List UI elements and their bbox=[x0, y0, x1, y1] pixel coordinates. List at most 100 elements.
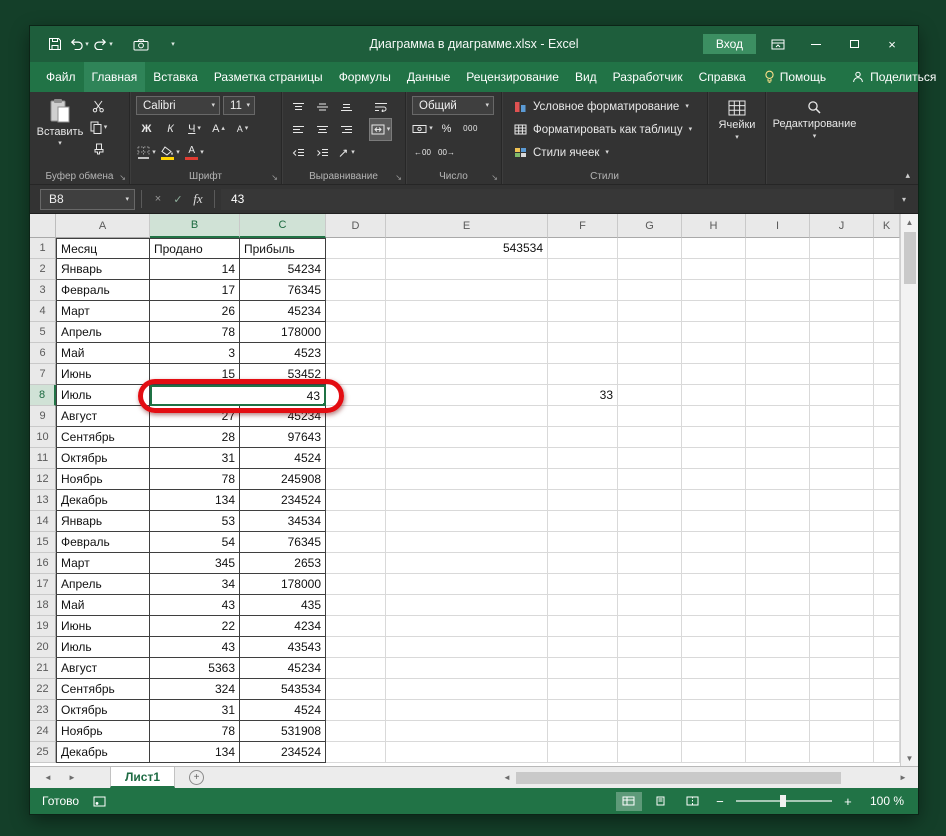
wrap-text-button[interactable] bbox=[370, 96, 391, 117]
cell-B19[interactable]: 22 bbox=[150, 616, 240, 637]
cell-J19[interactable] bbox=[810, 616, 874, 637]
cell-C12[interactable]: 245908 bbox=[240, 469, 326, 490]
decrease-decimal-button[interactable]: 00→ bbox=[436, 142, 457, 163]
cell-J13[interactable] bbox=[810, 490, 874, 511]
cell-C9[interactable]: 45234 bbox=[240, 406, 326, 427]
cell-E20[interactable] bbox=[386, 637, 548, 658]
format-painter-button[interactable] bbox=[88, 138, 109, 159]
cell-B18[interactable]: 43 bbox=[150, 595, 240, 616]
cell-J14[interactable] bbox=[810, 511, 874, 532]
cell-D23[interactable] bbox=[326, 700, 386, 721]
cell-C21[interactable]: 45234 bbox=[240, 658, 326, 679]
cell-D13[interactable] bbox=[326, 490, 386, 511]
cell-B10[interactable]: 28 bbox=[150, 427, 240, 448]
cell-C10[interactable]: 97643 bbox=[240, 427, 326, 448]
cell-A8[interactable]: Июль bbox=[56, 385, 150, 406]
cell-H20[interactable] bbox=[682, 637, 746, 658]
cell-D2[interactable] bbox=[326, 259, 386, 280]
cell-H5[interactable] bbox=[682, 322, 746, 343]
cell-E6[interactable] bbox=[386, 343, 548, 364]
cell-I13[interactable] bbox=[746, 490, 810, 511]
tab-Формулы[interactable]: Формулы bbox=[331, 62, 399, 92]
cell-A20[interactable]: Июль bbox=[56, 637, 150, 658]
column-header-B[interactable]: B bbox=[150, 214, 240, 238]
cell-J9[interactable] bbox=[810, 406, 874, 427]
cell-E1[interactable]: 543534 bbox=[386, 238, 548, 259]
cell-H8[interactable] bbox=[682, 385, 746, 406]
cell-B15[interactable]: 54 bbox=[150, 532, 240, 553]
cancel-entry-button[interactable]: × bbox=[148, 193, 168, 205]
cell-J17[interactable] bbox=[810, 574, 874, 595]
cell-A7[interactable]: Июнь bbox=[56, 364, 150, 385]
cell-E2[interactable] bbox=[386, 259, 548, 280]
cell-F14[interactable] bbox=[548, 511, 618, 532]
zoom-slider-thumb[interactable] bbox=[780, 795, 786, 807]
cell-A13[interactable]: Декабрь bbox=[56, 490, 150, 511]
cell-J5[interactable] bbox=[810, 322, 874, 343]
cell-B9[interactable]: 27 bbox=[150, 406, 240, 427]
cell-F24[interactable] bbox=[548, 721, 618, 742]
cell-H3[interactable] bbox=[682, 280, 746, 301]
cell-B24[interactable]: 78 bbox=[150, 721, 240, 742]
column-header-H[interactable]: H bbox=[682, 214, 746, 238]
row-header-2[interactable]: 2 bbox=[30, 259, 56, 280]
cell-C17[interactable]: 178000 bbox=[240, 574, 326, 595]
shrink-font-button[interactable]: А ▾ bbox=[232, 118, 253, 139]
cell-D3[interactable] bbox=[326, 280, 386, 301]
row-header-9[interactable]: 9 bbox=[30, 406, 56, 427]
column-header-C[interactable]: C bbox=[240, 214, 326, 238]
font-name-combo[interactable]: Calibri ▾ bbox=[136, 96, 220, 115]
cell-E9[interactable] bbox=[386, 406, 548, 427]
cell-F11[interactable] bbox=[548, 448, 618, 469]
cell-I21[interactable] bbox=[746, 658, 810, 679]
row-header-7[interactable]: 7 bbox=[30, 364, 56, 385]
add-sheet-button[interactable]: + bbox=[189, 770, 204, 785]
cell-A3[interactable]: Февраль bbox=[56, 280, 150, 301]
cell-B2[interactable]: 14 bbox=[150, 259, 240, 280]
tab-Разработчик[interactable]: Разработчик bbox=[605, 62, 691, 92]
screenshot-button[interactable] bbox=[130, 32, 152, 56]
macro-record-button[interactable] bbox=[93, 796, 106, 807]
cell-B3[interactable]: 17 bbox=[150, 280, 240, 301]
row-header-4[interactable]: 4 bbox=[30, 301, 56, 322]
ribbon-display-options-button[interactable] bbox=[762, 31, 794, 57]
bold-button[interactable]: Ж bbox=[136, 118, 157, 139]
cell-E15[interactable] bbox=[386, 532, 548, 553]
cell-H7[interactable] bbox=[682, 364, 746, 385]
cell-K13[interactable] bbox=[874, 490, 900, 511]
cell-J25[interactable] bbox=[810, 742, 874, 763]
cell-F16[interactable] bbox=[548, 553, 618, 574]
row-header-12[interactable]: 12 bbox=[30, 469, 56, 490]
cell-A17[interactable]: Апрель bbox=[56, 574, 150, 595]
cell-I11[interactable] bbox=[746, 448, 810, 469]
cell-F7[interactable] bbox=[548, 364, 618, 385]
cell-J23[interactable] bbox=[810, 700, 874, 721]
cell-F4[interactable] bbox=[548, 301, 618, 322]
cell-C1[interactable]: Прибыль bbox=[240, 238, 326, 259]
cell-B8-selected[interactable]: 43 bbox=[150, 385, 326, 406]
cell-J18[interactable] bbox=[810, 595, 874, 616]
cell-K12[interactable] bbox=[874, 469, 900, 490]
italic-button[interactable]: К bbox=[160, 118, 181, 139]
cell-F21[interactable] bbox=[548, 658, 618, 679]
horizontal-scroll-track[interactable] bbox=[516, 767, 894, 788]
cell-D10[interactable] bbox=[326, 427, 386, 448]
cell-C13[interactable]: 234524 bbox=[240, 490, 326, 511]
cell-F5[interactable] bbox=[548, 322, 618, 343]
cell-G16[interactable] bbox=[618, 553, 682, 574]
cell-A10[interactable]: Сентябрь bbox=[56, 427, 150, 448]
cell-H12[interactable] bbox=[682, 469, 746, 490]
cell-E25[interactable] bbox=[386, 742, 548, 763]
scroll-right-button[interactable]: ► bbox=[894, 770, 912, 786]
zoom-slider[interactable] bbox=[736, 800, 832, 802]
cell-E12[interactable] bbox=[386, 469, 548, 490]
format-as-table-button[interactable]: Форматировать как таблицу ▾ bbox=[508, 119, 702, 140]
cell-G21[interactable] bbox=[618, 658, 682, 679]
cell-D12[interactable] bbox=[326, 469, 386, 490]
paste-button[interactable]: Вставить ▾ bbox=[36, 96, 84, 168]
cell-E7[interactable] bbox=[386, 364, 548, 385]
cell-G6[interactable] bbox=[618, 343, 682, 364]
align-left-button[interactable] bbox=[288, 119, 309, 140]
cell-H15[interactable] bbox=[682, 532, 746, 553]
font-color-dropdown[interactable]: ▾ bbox=[200, 149, 204, 156]
